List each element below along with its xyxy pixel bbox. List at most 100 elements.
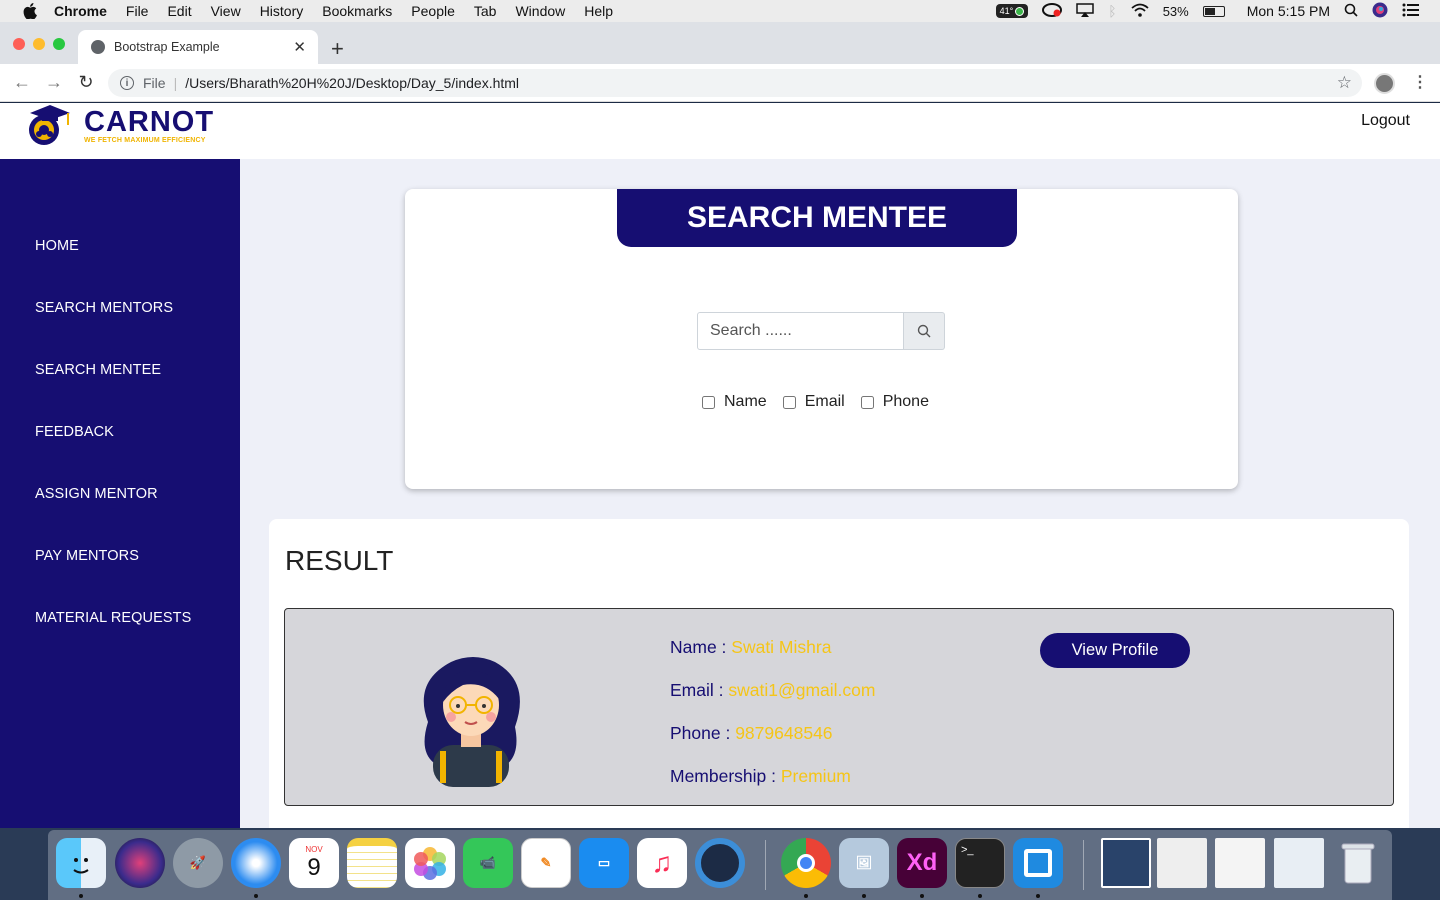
quicktime-icon[interactable] [695, 838, 745, 888]
back-button[interactable]: ← [6, 72, 38, 93]
music-icon[interactable]: ♫ [637, 838, 687, 888]
menu-file[interactable]: File [126, 3, 149, 19]
bluetooth-icon[interactable]: ᛒ [1108, 3, 1116, 19]
sidebar-item-search-mentee[interactable]: SEARCH MENTEE [35, 362, 161, 378]
notes-icon[interactable] [347, 838, 397, 888]
browser-tab[interactable]: Bootstrap Example ✕ [78, 30, 318, 64]
search-mentee-card: SEARCH MENTEE Name Email Phone [405, 189, 1238, 489]
filter-phone[interactable]: Phone [860, 393, 929, 411]
url-separator: | [173, 75, 178, 91]
terminal-icon[interactable]: >_ [955, 838, 1005, 888]
sidebar-item-pay-mentors[interactable]: PAY MENTORS [35, 548, 139, 564]
mentee-email-label: Email : [670, 680, 729, 700]
search-input[interactable] [697, 312, 904, 350]
notification-center-icon[interactable] [1402, 3, 1420, 20]
mentee-membership-value: Premium [780, 766, 851, 786]
menu-tab[interactable]: Tab [474, 3, 497, 19]
filter-email[interactable]: Email [782, 393, 845, 411]
reload-button[interactable]: ↻ [70, 72, 102, 93]
mentee-email-row: Email : swati1@gmail.com [670, 680, 875, 723]
photos-icon[interactable] [405, 838, 455, 888]
pages-icon[interactable]: ✎ [521, 838, 571, 888]
chrome-icon[interactable] [781, 838, 831, 888]
site-info-icon[interactable]: i [120, 76, 134, 90]
filter-name-checkbox[interactable] [702, 395, 715, 409]
bookmark-star-icon[interactable]: ☆ [1337, 73, 1352, 93]
sidebar-item-search-mentors[interactable]: SEARCH MENTORS [35, 300, 173, 316]
menu-app-name[interactable]: Chrome [54, 3, 107, 19]
menu-edit[interactable]: Edit [167, 3, 191, 19]
screenshot-stack-icon[interactable] [1215, 838, 1265, 888]
sidebar-item-home[interactable]: HOME [35, 238, 79, 254]
running-indicator [862, 894, 866, 898]
document-stack-icon[interactable] [1157, 838, 1207, 888]
adobe-xd-icon[interactable]: Xd [897, 838, 947, 888]
mac-menu-bar: Chrome File Edit View History Bookmarks … [0, 0, 1440, 22]
wifi-icon[interactable] [1131, 3, 1149, 20]
search-filter-group: Name Email Phone [702, 393, 945, 411]
apple-menu-icon[interactable] [20, 3, 40, 19]
minimize-window-button[interactable] [33, 38, 45, 50]
carnot-logo[interactable]: CARNOT WE FETCH MAXIMUM EFFICIENCY [24, 103, 214, 147]
calendar-icon[interactable]: NOV 9 [289, 838, 339, 888]
filter-name[interactable]: Name [702, 393, 767, 411]
filter-email-checkbox[interactable] [782, 395, 796, 409]
filter-phone-label: Phone [882, 393, 929, 410]
downloads-stack-icon[interactable] [1101, 838, 1151, 888]
trash-icon[interactable] [1333, 838, 1383, 888]
finder-icon[interactable] [56, 838, 106, 888]
safari-icon[interactable] [231, 838, 281, 888]
close-window-button[interactable] [13, 38, 25, 50]
sidebar-item-material-requests[interactable]: MATERIAL REQUESTS [35, 610, 191, 626]
sidebar-item-assign-mentor[interactable]: ASSIGN MENTOR [35, 486, 158, 502]
battery-icon[interactable] [1202, 5, 1225, 17]
mentee-phone-label: Phone : [670, 723, 736, 743]
mentee-name-label: Name : [670, 637, 732, 657]
search-button[interactable] [904, 312, 945, 350]
clock[interactable]: Mon 5:15 PM [1247, 3, 1330, 19]
mentee-phone-row: Phone : 9879648546 [670, 723, 875, 766]
profile-avatar[interactable] [1374, 73, 1395, 94]
maximize-window-button[interactable] [53, 38, 65, 50]
menu-help[interactable]: Help [584, 3, 613, 19]
view-profile-button[interactable]: View Profile [1040, 633, 1190, 668]
mentee-name-row: Name : Swati Mishra [670, 637, 875, 680]
running-indicator [978, 894, 982, 898]
calendar-day: 9 [307, 853, 321, 881]
code-editor-icon[interactable] [1013, 838, 1063, 888]
siri-icon[interactable] [1372, 2, 1388, 21]
dock-separator-2 [1083, 840, 1084, 890]
temperature-widget[interactable]: 41° [995, 4, 1029, 18]
forward-button[interactable]: → [38, 72, 70, 93]
new-tab-button[interactable]: + [331, 36, 344, 62]
browser-menu-icon[interactable]: ⋮ [1412, 72, 1428, 92]
menu-bookmarks[interactable]: Bookmarks [322, 3, 392, 19]
mentee-avatar [403, 647, 539, 787]
siri-dock-icon[interactable] [115, 838, 165, 888]
menu-view[interactable]: View [211, 3, 241, 19]
sidebar-item-feedback[interactable]: FEEDBACK [35, 424, 114, 440]
preview-icon[interactable]: 🖼 [839, 838, 889, 888]
spotlight-search-icon[interactable] [1344, 3, 1358, 20]
launchpad-icon[interactable]: 🚀 [173, 838, 223, 888]
running-indicator [1036, 894, 1040, 898]
facetime-icon[interactable]: 📹 [463, 838, 513, 888]
menu-people[interactable]: People [411, 3, 455, 19]
tab-close-icon[interactable]: ✕ [293, 38, 306, 56]
filter-phone-checkbox[interactable] [860, 395, 874, 409]
dock-separator [765, 840, 766, 890]
url-text[interactable]: /Users/Bharath%20H%20J/Desktop/Day_5/ind… [185, 75, 519, 91]
address-bar[interactable]: i File | /Users/Bharath%20H%20J/Desktop/… [108, 69, 1362, 97]
running-indicator [254, 894, 258, 898]
mentee-name-value: Swati Mishra [731, 637, 832, 657]
airplay-icon[interactable] [1076, 2, 1095, 20]
folder-stack-icon[interactable] [1274, 838, 1324, 888]
menu-history[interactable]: History [260, 3, 304, 19]
keynote-icon[interactable]: ▭ [579, 838, 629, 888]
tab-favicon-icon [91, 40, 105, 54]
web-page: CARNOT WE FETCH MAXIMUM EFFICIENCY Logou… [0, 103, 1440, 828]
creative-cloud-icon[interactable] [1042, 2, 1063, 20]
mentee-phone-value: 9879648546 [735, 723, 833, 743]
logout-link[interactable]: Logout [1361, 112, 1410, 130]
menu-window[interactable]: Window [515, 3, 565, 19]
